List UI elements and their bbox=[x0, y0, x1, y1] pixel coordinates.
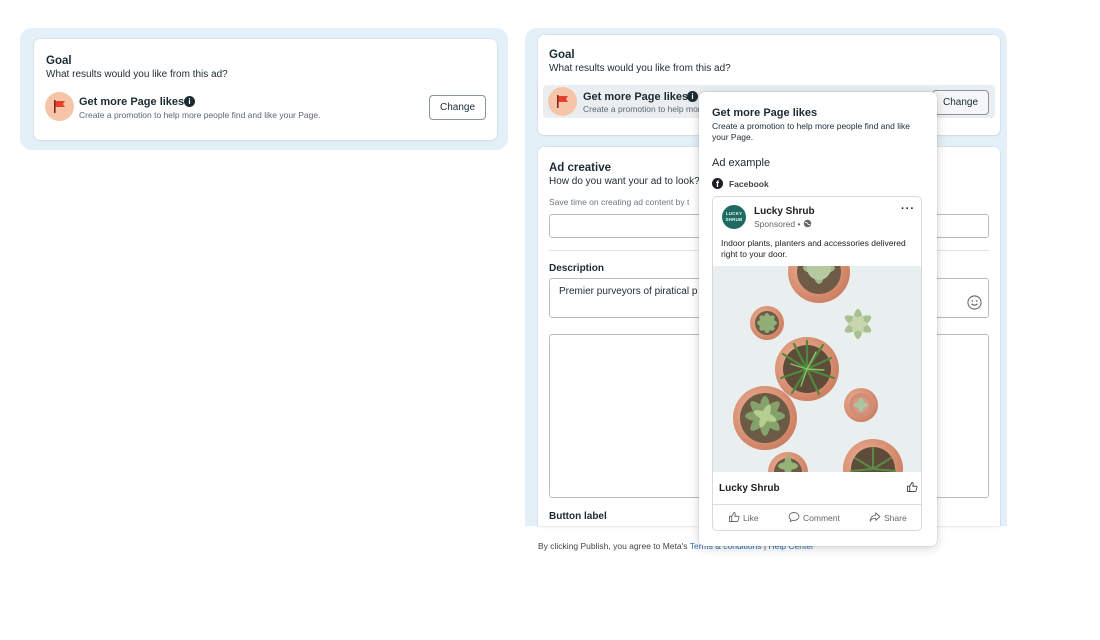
facebook-icon: f bbox=[712, 178, 723, 189]
ad-image bbox=[713, 266, 921, 472]
divider bbox=[713, 504, 921, 505]
ad-body-text: Indoor plants, planters and accessories … bbox=[721, 238, 906, 259]
popover-description: Create a promotion to help more people f… bbox=[712, 121, 910, 142]
sponsored-label: Sponsored • bbox=[754, 219, 812, 229]
goal-subtitle: What results would you like from this ad… bbox=[46, 69, 228, 80]
comment-icon bbox=[788, 512, 800, 523]
ad-creative-hint: Save time on creating ad content by t bbox=[549, 197, 690, 207]
popover-title: Get more Page likes bbox=[712, 107, 818, 119]
ad-footer-page-name: Lucky Shrub bbox=[719, 483, 780, 494]
share-icon bbox=[869, 512, 881, 522]
footer-prefix: By clicking Publish, you agree to Meta's bbox=[538, 541, 688, 551]
platform-label: Facebook bbox=[729, 179, 769, 189]
thumbs-up-icon[interactable] bbox=[906, 481, 918, 493]
comment-label: Comment bbox=[803, 513, 840, 523]
avatar: LUCKY SHRUB bbox=[722, 205, 746, 229]
goal-info-popover: Get more Page likes Create a promotion t… bbox=[699, 92, 937, 546]
like-label: Like bbox=[743, 513, 759, 523]
succulents-image bbox=[713, 266, 921, 472]
goal-name: Get more Page likes bbox=[79, 96, 185, 108]
sponsored-text: Sponsored • bbox=[754, 219, 801, 229]
description-label: Description bbox=[549, 263, 605, 274]
like-icon bbox=[729, 512, 740, 522]
ad-preview-card: LUCKY SHRUB Lucky Shrub Sponsored • ··· … bbox=[712, 196, 922, 531]
goal-name: Get more Page likes bbox=[583, 91, 689, 103]
goal-title: Goal bbox=[46, 55, 72, 67]
goal-card-left: Goal What results would you like from th… bbox=[34, 39, 497, 140]
info-icon[interactable]: i bbox=[687, 91, 698, 102]
more-icon[interactable]: ··· bbox=[901, 203, 915, 215]
page-name: Lucky Shrub bbox=[754, 206, 815, 217]
ad-creative-title: Ad creative bbox=[549, 162, 612, 174]
change-goal-button[interactable]: Change bbox=[429, 95, 486, 120]
goal-subtitle: What results would you like from this ad… bbox=[549, 63, 731, 74]
goal-title: Goal bbox=[549, 49, 575, 61]
ad-example-title: Ad example bbox=[712, 157, 771, 169]
goal-description: Create a promotion to help more people f… bbox=[79, 110, 321, 120]
ad-creative-subtitle: How do you want your ad to look? bbox=[549, 176, 700, 187]
share-label: Share bbox=[884, 513, 907, 523]
description-value: Premier purveyors of piratical p bbox=[559, 286, 698, 297]
change-goal-button[interactable]: Change bbox=[932, 90, 989, 115]
smiley-icon[interactable] bbox=[967, 295, 982, 310]
button-label-title: Button label bbox=[549, 511, 607, 522]
globe-icon bbox=[803, 219, 812, 228]
flag-icon bbox=[548, 87, 577, 116]
flag-icon bbox=[45, 92, 74, 121]
info-icon[interactable]: i bbox=[184, 96, 195, 107]
